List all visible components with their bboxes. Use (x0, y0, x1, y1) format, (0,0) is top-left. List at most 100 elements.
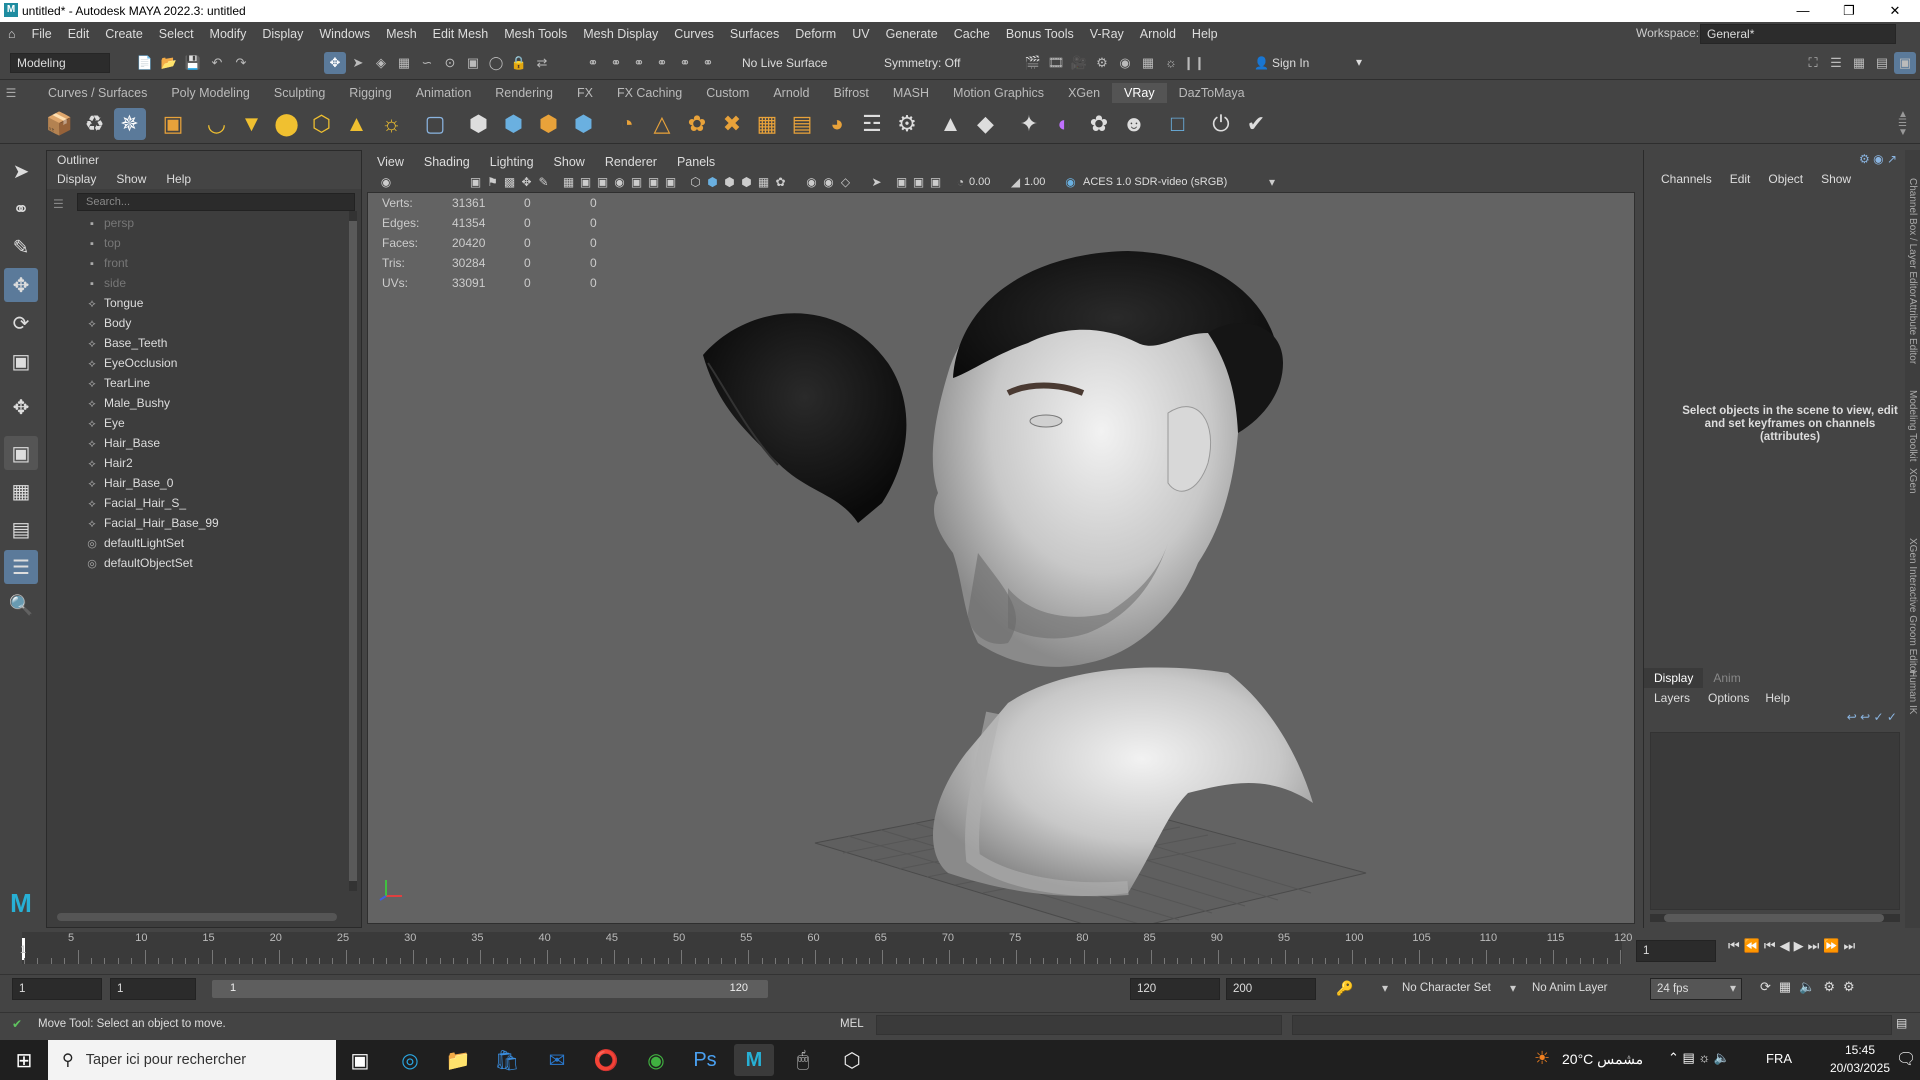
vray-fur-icon[interactable]: ⬢ (533, 108, 565, 140)
3d-box-icon[interactable]: ⬡ (832, 1044, 872, 1076)
vray-mesh-light-icon[interactable]: ⬡ (306, 108, 338, 140)
vray-toon-icon[interactable]: △ (646, 108, 678, 140)
outliner-menu-show[interactable]: Show (106, 172, 156, 186)
tab-animation[interactable]: Animation (404, 83, 484, 103)
layer-help-menu[interactable]: Help (1757, 691, 1798, 705)
vray-object-props-icon[interactable]: ◆ (970, 108, 1002, 140)
time-ruler[interactable]: 1 5 10 15 20 25 30 35 40 45 50 55 60 65 70 75 80 85 90 95 1… (20, 932, 1632, 964)
language-indicator[interactable]: FRA (1766, 1051, 1792, 1066)
tab-vray[interactable]: VRay (1112, 83, 1167, 103)
pause-viewport-icon[interactable]: ❙❙ (1183, 52, 1205, 74)
tab-rendering[interactable]: Rendering (483, 83, 565, 103)
perspective-viewport[interactable]: Verts: 31361 0 0 Edges: 41354 0 0 Faces: 20420 0 0 T… (367, 192, 1635, 924)
menu-bonus-tools[interactable]: Bonus Tools (998, 27, 1082, 41)
four-view-icon[interactable]: ▦ (4, 474, 38, 508)
menu-edit[interactable]: Edit (60, 27, 98, 41)
vray-sphere-light-icon[interactable]: ⬤ (271, 108, 303, 140)
preferences-icon[interactable]: ⚙ (1823, 979, 1835, 995)
scene-end-field[interactable]: 200 (1226, 978, 1316, 1000)
vray-plane-icon[interactable]: ▢ (419, 108, 451, 140)
shelf-scroll-icon[interactable]: ▲ ☰ ▼ (1898, 110, 1908, 138)
layer-editor-icon[interactable]: ▣ (1894, 52, 1916, 74)
file-explorer-icon[interactable]: 📁 (438, 1044, 478, 1076)
vray-multi-icon[interactable]: ✿ (1083, 108, 1115, 140)
fps-dropdown[interactable]: 24 fps (1650, 978, 1742, 1000)
object-menu[interactable]: Object (1759, 172, 1812, 186)
go-to-end-icon[interactable]: ⏭ (1843, 938, 1855, 954)
taskbar-search[interactable]: ⚲ Taper ici pour rechercher (48, 1040, 336, 1080)
vray-proxy-icon[interactable]: ⬢ (463, 108, 495, 140)
command-input[interactable] (876, 1015, 1282, 1035)
layer-list[interactable] (1650, 732, 1900, 910)
side-tab-xgen[interactable]: XGen (1907, 468, 1918, 543)
menu-edit-mesh[interactable]: Edit Mesh (425, 27, 497, 41)
outliner-item[interactable]: ⟡ Tongue (47, 293, 361, 313)
store-icon[interactable]: 🛍 (487, 1044, 527, 1076)
tab-fx-caching[interactable]: FX Caching (605, 83, 694, 103)
vray-sun-icon[interactable]: ☼ (376, 108, 408, 140)
side-tab-attribute-editor[interactable]: Attribute Editor (1907, 298, 1918, 373)
outliner-item[interactable]: ▪ side (47, 273, 361, 293)
vp-menu-view[interactable]: View (367, 155, 414, 169)
character-set-dropdown[interactable]: No Character Set (1402, 982, 1491, 994)
attribute-editor-icon[interactable]: ☰ (1825, 52, 1847, 74)
gate-mask-icon[interactable]: ◉ (611, 175, 628, 189)
tweak-icon[interactable]: ⚭ (674, 52, 696, 74)
xray-components-icon[interactable]: ▣ (927, 175, 944, 189)
auto-key-icon[interactable]: 🔑 (1336, 980, 1353, 997)
channels-menu[interactable]: Channels (1652, 172, 1721, 186)
render-sequence-icon[interactable]: 🎞 (1045, 52, 1067, 74)
image-plane-icon[interactable]: ▩ (501, 175, 518, 189)
lock-icon[interactable]: 🔒 (508, 52, 530, 74)
light-editor-icon[interactable]: ☼ (1160, 52, 1182, 74)
hypershade-icon[interactable]: ◉ (1114, 52, 1136, 74)
chevron-down-icon[interactable]: ▾ (1382, 981, 1388, 995)
outliner-item[interactable]: ⟡ EyeOcclusion (47, 353, 361, 373)
safe-action-icon[interactable]: ▣ (645, 175, 662, 189)
textured-icon[interactable]: ⬢ (738, 175, 755, 189)
shadows-icon[interactable]: ✿ (772, 175, 789, 189)
outliner-item[interactable]: ⟡ Hair2 (47, 453, 361, 473)
paint-select-icon[interactable]: ⚭ (605, 52, 627, 74)
menu-vray[interactable]: V-Ray (1082, 27, 1132, 41)
outliner-item[interactable]: ▪ front (47, 253, 361, 273)
outliner-item[interactable]: ⟡ Facial_Hair_S_ (47, 493, 361, 513)
anim-prefs-icon[interactable]: ⚙ (1843, 979, 1855, 995)
menu-windows[interactable]: Windows (311, 27, 378, 41)
vray-color-icon[interactable]: ◐ (1048, 108, 1080, 140)
resolution-gate-icon[interactable]: ▣ (594, 175, 611, 189)
vp-menu-shading[interactable]: Shading (414, 155, 480, 169)
vray-teapot-icon[interactable]: ♻ (79, 108, 111, 140)
vray-logo-icon[interactable]: ✔ (1240, 108, 1272, 140)
redo-icon[interactable]: ↷ (230, 52, 252, 74)
maximize-button[interactable]: ❐ (1826, 0, 1872, 22)
mel-label[interactable]: MEL (840, 1018, 864, 1030)
ambient-occlusion-icon[interactable]: ◉ (803, 175, 820, 189)
tab-mash[interactable]: MASH (881, 83, 941, 103)
tab-poly-modeling[interactable]: Poly Modeling (159, 83, 262, 103)
snap-curve-icon[interactable]: ∽ (416, 52, 438, 74)
chevron-down-icon[interactable]: ▾ (1730, 981, 1736, 995)
home-icon[interactable]: ⌂ (0, 27, 24, 41)
outliner-item[interactable]: ⟡ Eye (47, 413, 361, 433)
windows-app-icon[interactable]: 🖱 (783, 1044, 823, 1076)
single-view-icon[interactable]: ▣ (4, 436, 38, 470)
vray-material-icon[interactable]: ◔ (611, 108, 643, 140)
undo-icon[interactable]: ↶ (206, 52, 228, 74)
vray-physical-camera-icon[interactable]: ▲ (935, 108, 967, 140)
move-tool-icon[interactable]: ✥ (4, 268, 38, 302)
exposure-value[interactable]: 0.00 (969, 176, 999, 188)
tab-daztomaya[interactable]: DazToMaya (1167, 83, 1257, 103)
channel-box-options-icon[interactable]: ⚙ ◉ ↗ (1859, 152, 1897, 166)
tab-bifrost[interactable]: Bifrost (821, 83, 880, 103)
clock-date[interactable]: 20/03/2025 (1828, 1061, 1892, 1075)
outliner-item[interactable]: ⟡ Body (47, 313, 361, 333)
workspace-dropdown[interactable]: General* (1700, 24, 1896, 44)
opera-icon[interactable]: ⭕ (586, 1044, 626, 1076)
menu-display[interactable]: Display (254, 27, 311, 41)
tab-motion-graphics[interactable]: Motion Graphics (941, 83, 1056, 103)
go-to-start-icon[interactable]: ⏮ (1728, 938, 1740, 954)
outliner-h-scrollbar[interactable] (57, 913, 337, 921)
layer-buttons-icon[interactable]: ↩ ↩ ✓ ✓ (1847, 710, 1897, 724)
camera-select-icon[interactable]: ◉ (375, 175, 397, 189)
